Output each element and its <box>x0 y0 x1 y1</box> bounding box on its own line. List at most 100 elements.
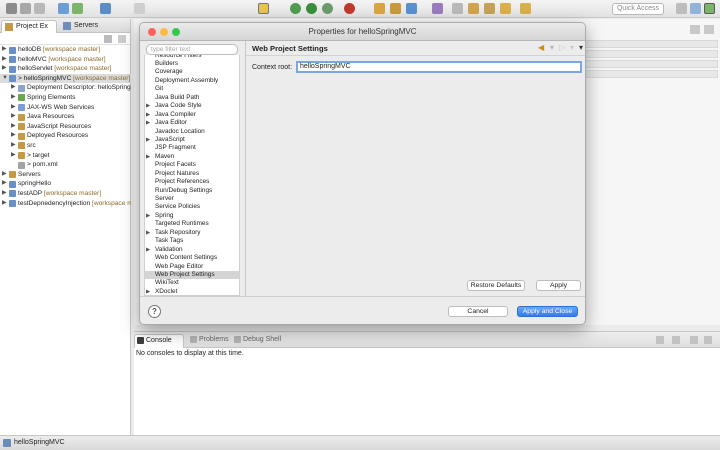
quick-access-field[interactable]: Quick Access <box>612 3 664 15</box>
chevron-right-icon[interactable]: ▶ <box>146 212 150 220</box>
external-tools-icon[interactable] <box>344 3 355 14</box>
category-item[interactable]: Web Project Settings <box>145 270 239 280</box>
category-item[interactable]: Project Facets <box>145 161 239 169</box>
category-item[interactable]: Git <box>145 85 239 93</box>
category-item[interactable]: Web Content Settings <box>145 254 239 262</box>
chevron-right-icon[interactable]: ▶ <box>11 112 18 122</box>
save-icon[interactable] <box>20 3 31 14</box>
cancel-button[interactable]: Cancel <box>448 306 508 317</box>
chevron-right-icon[interactable]: ▶ <box>2 64 9 74</box>
tab-console[interactable]: Console <box>134 334 184 348</box>
tab-servers[interactable]: Servers <box>60 20 110 33</box>
category-item[interactable]: Java Build Path <box>145 94 239 102</box>
category-item[interactable]: ▶ Validation <box>145 246 239 254</box>
save-all-icon[interactable] <box>34 3 45 14</box>
chevron-right-icon[interactable]: ▶ <box>146 102 150 110</box>
minimize-icon[interactable] <box>160 28 168 36</box>
tree-item[interactable]: ▶ Deployment Descriptor: helloSpringMVC <box>0 83 131 93</box>
chevron-down-icon[interactable]: ▾ <box>570 43 574 52</box>
skip-icon[interactable] <box>134 3 145 14</box>
category-item[interactable]: Coverage <box>145 68 239 76</box>
tree-item[interactable]: ▶ testADP [workspace master] <box>0 189 131 199</box>
tree-item[interactable]: ▶ springHello <box>0 179 131 189</box>
chevron-right-icon[interactable]: ▶ <box>2 189 9 199</box>
maximize-icon[interactable] <box>704 336 712 344</box>
chevron-down-icon[interactable]: ▾ <box>550 43 554 52</box>
category-item[interactable]: Targeted Runtimes <box>145 220 239 228</box>
run-icon[interactable] <box>306 3 317 14</box>
category-item[interactable]: WikiText <box>145 279 239 287</box>
debug-icon[interactable] <box>100 3 111 14</box>
terminal-icon[interactable] <box>58 3 69 14</box>
debug-run-icon[interactable] <box>290 3 301 14</box>
forward-icon[interactable] <box>520 3 531 14</box>
tree-item[interactable]: ▶ Java Resources <box>0 112 131 122</box>
chevron-right-icon[interactable]: ▶ <box>2 199 9 209</box>
minimize-icon[interactable] <box>690 25 700 34</box>
chevron-right-icon[interactable]: ▶ <box>146 136 150 144</box>
build-icon[interactable] <box>72 3 83 14</box>
category-item[interactable]: ▶ Spring <box>145 212 239 220</box>
category-item[interactable]: ▶ Java Compiler <box>145 111 239 119</box>
display-console-icon[interactable] <box>672 336 680 344</box>
tree-item[interactable]: ▶ helloDB [workspace master] <box>0 45 131 55</box>
category-item[interactable]: JSP Fragment <box>145 144 239 152</box>
pin-console-icon[interactable] <box>656 336 664 344</box>
category-item[interactable]: Task Tags <box>145 237 239 245</box>
chevron-right-icon[interactable]: ▶ <box>146 119 150 127</box>
tree-item[interactable]: ▶ helloServlet [workspace master] <box>0 64 131 74</box>
tree-item[interactable]: ▼ > helloSpringMVC [workspace master] <box>0 73 131 84</box>
view-menu-icon[interactable]: ▾ <box>579 43 583 52</box>
chevron-right-icon[interactable]: ▶ <box>2 55 9 65</box>
chevron-right-icon[interactable]: ▶ <box>11 83 18 93</box>
tab-project-explorer[interactable]: Project Ex <box>1 20 57 33</box>
category-item[interactable]: ▶ Maven <box>145 153 239 161</box>
zoom-icon[interactable] <box>172 28 180 36</box>
chevron-right-icon[interactable]: ▶ <box>2 179 9 189</box>
toggle-breakpoints-icon[interactable] <box>258 3 269 14</box>
close-icon[interactable] <box>148 28 156 36</box>
tree-item[interactable]: ▶ JAX-WS Web Services <box>0 103 131 113</box>
chevron-right-icon[interactable]: ▶ <box>146 111 150 119</box>
category-item[interactable]: Deployment Assembly <box>145 77 239 85</box>
category-item[interactable]: Project References <box>145 178 239 186</box>
open-type-icon[interactable] <box>432 3 443 14</box>
chevron-right-icon[interactable]: ▶ <box>146 288 150 295</box>
tree-item[interactable]: ▶ src <box>0 141 131 151</box>
restore-defaults-button[interactable]: Restore Defaults <box>467 280 525 291</box>
coverage-icon[interactable] <box>322 3 333 14</box>
last-edit-icon[interactable] <box>484 3 495 14</box>
open-perspective-icon[interactable] <box>676 3 687 14</box>
chevron-right-icon[interactable]: ▶ <box>146 153 150 161</box>
tree-item[interactable]: ▶ > target <box>0 151 131 161</box>
chevron-right-icon[interactable]: ▶ <box>11 141 18 151</box>
java-ee-perspective-icon[interactable] <box>690 3 701 14</box>
chevron-right-icon[interactable]: ▶ <box>11 93 18 103</box>
category-item[interactable]: Project Natures <box>145 170 239 178</box>
sash[interactable] <box>245 41 246 296</box>
category-item[interactable]: Javadoc Location <box>145 128 239 136</box>
apply-and-close-button[interactable]: Apply and Close <box>517 306 578 317</box>
tree-item[interactable]: ▶ testDepnedencyInjection [workspace mast… <box>0 199 131 209</box>
spring-perspective-icon[interactable] <box>704 3 715 14</box>
category-item[interactable]: ▶ Java Editor <box>145 119 239 127</box>
new-class-icon[interactable] <box>406 3 417 14</box>
back-icon[interactable] <box>500 3 511 14</box>
category-item[interactable]: ▶ Task Repository <box>145 229 239 237</box>
category-item[interactable]: Server <box>145 195 239 203</box>
category-item[interactable]: Builders <box>145 60 239 68</box>
collapse-all-icon[interactable] <box>104 35 112 43</box>
tree-item[interactable]: > pom.xml <box>0 160 131 170</box>
back-icon[interactable]: ◀ <box>538 43 544 52</box>
chevron-right-icon[interactable]: ▶ <box>2 170 9 180</box>
annotation-icon[interactable] <box>468 3 479 14</box>
category-item[interactable]: ▶ JavaScript <box>145 136 239 144</box>
forward-icon[interactable]: ▷ <box>559 43 565 52</box>
tree-item[interactable]: ▶ Spring Elements <box>0 93 131 103</box>
tab-problems[interactable]: Problems <box>188 334 229 348</box>
chevron-right-icon[interactable]: ▶ <box>146 246 150 254</box>
chevron-down-icon[interactable]: ▼ <box>2 74 9 84</box>
help-icon[interactable]: ? <box>148 305 161 318</box>
context-root-input[interactable]: helloSpringMVC <box>296 61 582 73</box>
category-item[interactable]: Web Page Editor <box>145 263 239 271</box>
